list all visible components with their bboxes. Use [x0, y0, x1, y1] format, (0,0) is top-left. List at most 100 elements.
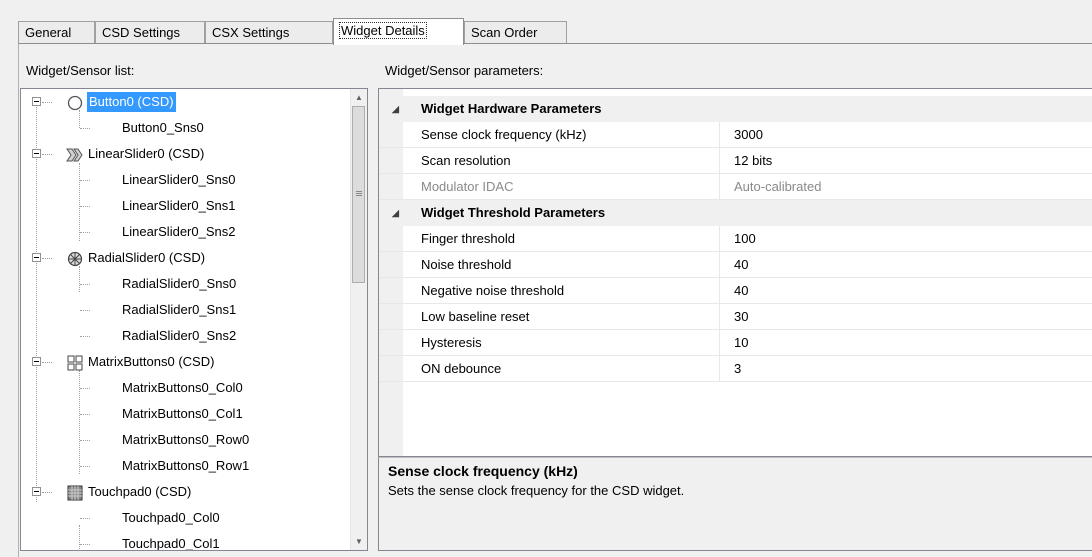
property-row-negative-noise-threshold[interactable]: Negative noise threshold 40 — [379, 278, 1092, 304]
tree-node-label: MatrixButtons0_Row1 — [122, 458, 250, 473]
tab-label: CSD Settings — [102, 25, 181, 40]
property-name: Hysteresis — [421, 335, 482, 350]
tree-node-sensor[interactable]: Touchpad0_Col1 — [21, 531, 351, 551]
tab-label: Scan Order — [471, 25, 538, 40]
tree-node-label: Button0_Sns0 — [122, 120, 204, 135]
property-name: Low baseline reset — [421, 309, 530, 324]
property-value[interactable]: 100 — [734, 226, 756, 252]
tree-node-label: Touchpad0_Col1 — [122, 536, 220, 551]
property-description-pane: Sense clock frequency (kHz) Sets the sen… — [378, 457, 1092, 551]
property-row-hysteresis[interactable]: Hysteresis 10 — [379, 330, 1092, 356]
matrix-grid-icon — [67, 354, 83, 371]
tree-node-sensor[interactable]: MatrixButtons0_Row1 — [21, 453, 351, 479]
description-text: Sets the sense clock frequency for the C… — [388, 483, 685, 498]
widget-sensor-list-label: Widget/Sensor list: — [26, 63, 135, 78]
property-value[interactable]: 10 — [734, 330, 748, 356]
tree-node-label: LinearSlider0 (CSD) — [88, 146, 205, 161]
collapse-icon[interactable] — [32, 357, 41, 366]
widget-tree[interactable]: Button0 (CSD) Button0_Sns0 LinearSlider0… — [20, 88, 368, 551]
chevrons-icon — [66, 146, 83, 162]
tree-node-sensor[interactable]: MatrixButtons0_Col1 — [21, 401, 351, 427]
tab-label: CSX Settings — [212, 25, 290, 40]
property-value[interactable]: 40 — [734, 278, 748, 304]
property-name: Finger threshold — [421, 231, 515, 246]
tree-node-sensor[interactable]: MatrixButtons0_Col0 — [21, 375, 351, 401]
tab-csd-settings[interactable]: CSD Settings — [95, 21, 205, 43]
property-value[interactable]: 12 bits — [734, 148, 772, 174]
tree-node-label: LinearSlider0_Sns1 — [122, 198, 236, 213]
tree-node-button0-sns0[interactable]: Button0_Sns0 — [21, 115, 351, 141]
tree-node-sensor[interactable]: LinearSlider0_Sns2 — [21, 219, 351, 245]
property-value[interactable]: 3000 — [734, 122, 763, 148]
property-value: Auto-calibrated — [734, 179, 822, 194]
scrollbar-thumb[interactable] — [352, 106, 365, 283]
tree-node-sensor[interactable]: RadialSlider0_Sns1 — [21, 297, 351, 323]
category-label: Widget Hardware Parameters — [421, 101, 602, 116]
radial-icon — [67, 250, 83, 267]
category-hardware-parameters[interactable]: ◢ Widget Hardware Parameters — [379, 96, 1092, 122]
tree-node-label: Touchpad0 (CSD) — [88, 484, 192, 499]
collapse-icon[interactable] — [32, 97, 41, 106]
property-value[interactable]: 40 — [734, 252, 748, 278]
collapse-icon[interactable] — [32, 253, 41, 262]
property-row-low-baseline-reset[interactable]: Low baseline reset 30 — [379, 304, 1092, 330]
description-title: Sense clock frequency (kHz) — [388, 463, 578, 479]
scroll-down-arrow-icon[interactable]: ▼ — [351, 533, 367, 550]
tree-node-radialslider0[interactable]: RadialSlider0 (CSD) — [21, 245, 351, 271]
tree-node-button0[interactable]: Button0 (CSD) — [21, 89, 351, 115]
tab-csx-settings[interactable]: CSX Settings — [205, 21, 333, 43]
property-row-finger-threshold[interactable]: Finger threshold 100 — [379, 226, 1092, 252]
property-row-on-debounce[interactable]: ON debounce 3 — [379, 356, 1092, 382]
tree-scrollbar[interactable]: ▲ ▼ — [350, 89, 367, 550]
scroll-up-arrow-icon[interactable]: ▲ — [351, 89, 367, 106]
property-name: ON debounce — [421, 361, 502, 376]
category-label: Widget Threshold Parameters — [421, 205, 606, 220]
touchpad-icon — [67, 484, 83, 501]
property-row-noise-threshold[interactable]: Noise threshold 40 — [379, 252, 1092, 278]
tab-general[interactable]: General — [18, 21, 95, 43]
tree-node-sensor[interactable]: RadialSlider0_Sns2 — [21, 323, 351, 349]
tree-node-sensor[interactable]: RadialSlider0_Sns0 — [21, 271, 351, 297]
tree-node-sensor[interactable]: Touchpad0_Col0 — [21, 505, 351, 531]
tree-node-label: MatrixButtons0_Col0 — [122, 380, 243, 395]
category-threshold-parameters[interactable]: ◢ Widget Threshold Parameters — [379, 200, 1092, 226]
tree-node-label: RadialSlider0_Sns2 — [122, 328, 237, 343]
tree-node-matrixbuttons0[interactable]: MatrixButtons0 (CSD) — [21, 349, 351, 375]
property-name: Modulator IDAC — [421, 179, 514, 194]
property-name: Scan resolution — [421, 153, 511, 168]
tab-label: Widget Details — [339, 22, 427, 39]
widget-sensor-parameters-label: Widget/Sensor parameters: — [385, 63, 544, 78]
tab-scan-order[interactable]: Scan Order — [464, 21, 567, 43]
tree-node-label: LinearSlider0_Sns2 — [122, 224, 236, 239]
tree-node-label: MatrixButtons0_Col1 — [122, 406, 243, 421]
tree-node-label: MatrixButtons0_Row0 — [122, 432, 250, 447]
tree-node-linearslider0[interactable]: LinearSlider0 (CSD) — [21, 141, 351, 167]
tree-node-label: Touchpad0_Col0 — [122, 510, 220, 525]
tree-node-label: RadialSlider0_Sns0 — [122, 276, 237, 291]
property-name: Sense clock frequency (kHz) — [421, 127, 587, 142]
collapse-icon[interactable] — [32, 487, 41, 496]
tree-node-label: RadialSlider0 (CSD) — [88, 250, 206, 265]
tree-node-label: MatrixButtons0 (CSD) — [88, 354, 215, 369]
collapse-triangle-icon[interactable]: ◢ — [392, 96, 399, 122]
property-name: Noise threshold — [421, 257, 512, 272]
tree-node-label: LinearSlider0_Sns0 — [122, 172, 236, 187]
tree-node-sensor[interactable]: MatrixButtons0_Row0 — [21, 427, 351, 453]
tab-widget-details[interactable]: Widget Details — [333, 18, 464, 45]
property-grid[interactable]: ◢ Widget Hardware Parameters Sense clock… — [378, 88, 1092, 457]
collapse-icon[interactable] — [32, 149, 41, 158]
tree-node-label: RadialSlider0_Sns1 — [122, 302, 237, 317]
property-row-modulator-idac: Modulator IDAC Auto-calibrated — [379, 174, 1092, 200]
property-row-scan-resolution[interactable]: Scan resolution 12 bits — [379, 148, 1092, 174]
circle-icon — [67, 94, 83, 111]
tree-node-sensor[interactable]: LinearSlider0_Sns1 — [21, 193, 351, 219]
tree-node-label: Button0 (CSD) — [87, 92, 176, 112]
property-value[interactable]: 30 — [734, 304, 748, 330]
tree-node-sensor[interactable]: LinearSlider0_Sns0 — [21, 167, 351, 193]
tab-label: General — [25, 25, 72, 40]
property-row-sense-clock[interactable]: Sense clock frequency (kHz) 3000 — [379, 122, 1092, 148]
property-value[interactable]: 3 — [734, 356, 741, 382]
property-name: Negative noise threshold — [421, 283, 565, 298]
collapse-triangle-icon[interactable]: ◢ — [392, 200, 399, 226]
tree-node-touchpad0[interactable]: Touchpad0 (CSD) — [21, 479, 351, 505]
